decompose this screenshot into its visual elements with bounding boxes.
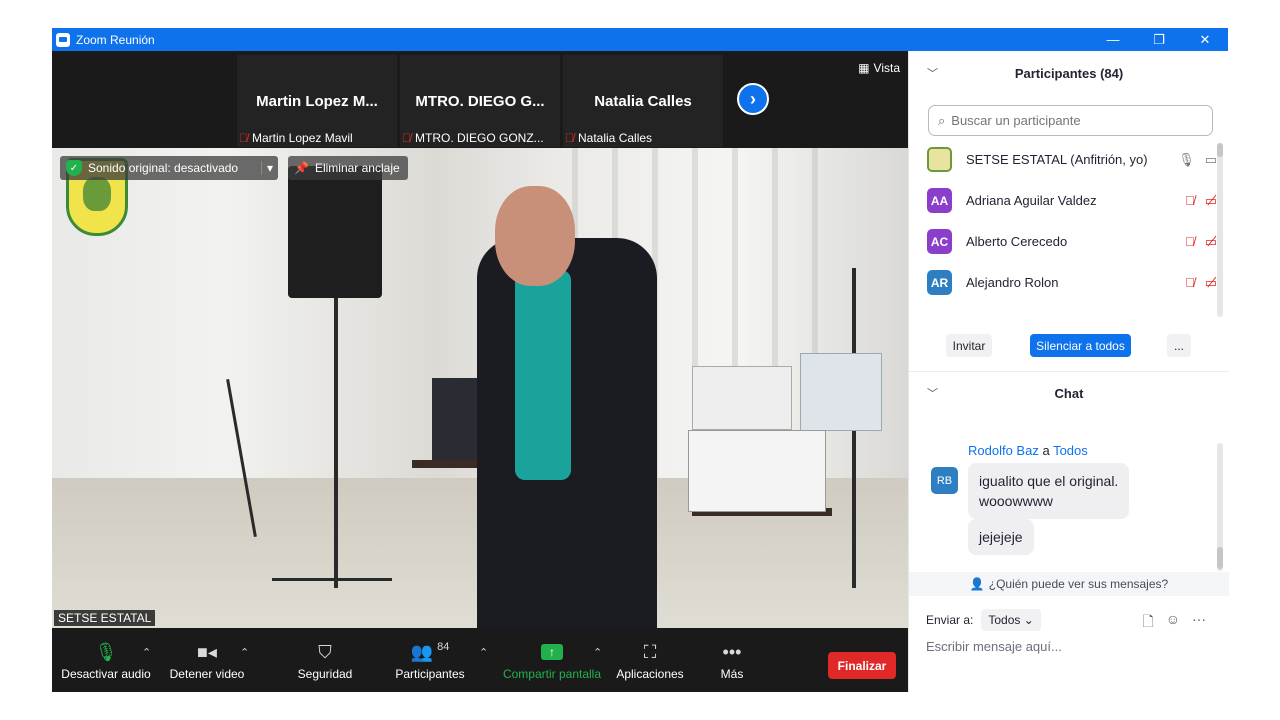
send-to-row: Enviar a: Todos ⌄ (926, 609, 1041, 631)
mic-muted-icon: 🎙̸ (565, 131, 574, 145)
participant-row[interactable]: SETSE ESTATAL (Anfitrión, yo) 🎙 ▭ (927, 141, 1217, 180)
more-dots-icon[interactable]: ··· (1192, 611, 1206, 635)
participants-scrollbar[interactable] (1217, 143, 1223, 317)
search-input[interactable] (951, 113, 1192, 128)
microphone-icon: 🎙 (94, 641, 118, 662)
apps-icon: ⛶ (643, 641, 657, 662)
participant-list: SETSE ESTATAL (Anfitrión, yo) 🎙 ▭ AA Adri… (909, 141, 1221, 317)
video-off-icon[interactable]: ▭̸ (1205, 275, 1217, 291)
tile-label: Natalia Calles (578, 131, 653, 145)
stop-video-button[interactable]: ■◂ Detener video (166, 628, 248, 692)
emoji-icon[interactable]: ☺ (1166, 611, 1180, 635)
more-button[interactable]: ••• Más (712, 628, 752, 692)
tile-name: Martin Lopez M... (256, 93, 378, 110)
chat-message-input[interactable]: Escribir mensaje aquí... (926, 639, 1062, 654)
share-arrow-icon: ↑ (541, 644, 563, 660)
recipient-select[interactable]: Todos ⌄ (981, 609, 1041, 631)
avatar: AA (927, 188, 952, 213)
chat-message: igualito que el original. wooowwww (968, 463, 1130, 519)
chevron-up-icon[interactable]: ⌃ (593, 646, 602, 659)
tile-name: MTRO. DIEGO G... (415, 93, 545, 110)
participants-count: 84 (437, 641, 450, 653)
people-icon: 👥 (410, 641, 434, 662)
avatar: AR (927, 270, 952, 295)
chevron-up-icon[interactable]: ⌃ (142, 646, 151, 659)
original-sound-toggle[interactable]: ✓ Sonido original: desactivado ▾ (60, 156, 278, 180)
mic-muted-icon[interactable]: 🎙̸ (1185, 193, 1195, 209)
video-camera-icon: ■◂ (197, 641, 217, 662)
who-can-see-link[interactable]: 👤 ¿Quién puede ver sus mensajes? (909, 572, 1229, 596)
loudspeaker-image (288, 166, 382, 298)
main-video: ✓ Sonido original: desactivado ▾ 📌 Elimi… (52, 148, 908, 628)
window-title: Zoom Reunión (76, 32, 155, 47)
unpin-button[interactable]: 📌 Eliminar anclaje (288, 156, 408, 180)
chevron-down-icon[interactable]: ﹀ (927, 65, 938, 81)
zoom-window: Zoom Reunión — ❐ ✕ Martin Lopez M... 🎙̸ M… (52, 28, 1229, 692)
speaker-name-label: SETSE ESTATAL (54, 610, 156, 626)
end-meeting-button[interactable]: Finalizar (828, 652, 896, 679)
video-tile[interactable]: Natalia Calles 🎙̸ Natalia Calles (563, 55, 723, 147)
chevron-up-icon[interactable]: ⌃ (479, 646, 488, 659)
chat-scrollbar[interactable] (1217, 443, 1223, 571)
file-icon[interactable]: 🗋 (1142, 611, 1153, 635)
security-button[interactable]: ⛉ Seguridad (290, 628, 360, 692)
mic-muted-icon[interactable]: 🎙̸ (1185, 275, 1195, 291)
tile-name: Natalia Calles (594, 93, 692, 110)
security-shield-icon: ✓ (66, 160, 82, 176)
mute-all-button[interactable]: Silenciar a todos (1030, 334, 1131, 357)
chevron-down-icon[interactable]: ▾ (260, 161, 278, 175)
video-strip: Martin Lopez M... 🎙̸ Martin Lopez Mavil M… (52, 51, 908, 148)
participants-button[interactable]: 👥 84 Participantes (392, 628, 468, 692)
participants-header: ﹀ Participantes (84) (927, 65, 1124, 81)
view-button[interactable]: ▦ Vista (858, 61, 900, 75)
participant-row[interactable]: AA Adriana Aguilar Valdez 🎙̸ ▭̸ (927, 180, 1217, 221)
pin-icon: 📌 (294, 161, 309, 175)
video-tile[interactable]: Martin Lopez M... 🎙̸ Martin Lopez Mavil (237, 55, 397, 147)
mic-muted-icon[interactable]: 🎙̸ (1185, 234, 1195, 250)
zoom-logo-icon (56, 32, 70, 47)
avatar: RB (931, 467, 958, 494)
invite-button[interactable]: Invitar (946, 334, 992, 357)
chevron-up-icon[interactable]: ⌃ (240, 646, 249, 659)
mute-button[interactable]: 🎙 Desactivar audio (60, 628, 152, 692)
meeting-toolbar: 🎙 Desactivar audio ⌃ ■◂ Detener video ⌃ … (52, 628, 908, 692)
tile-label: MTRO. DIEGO GONZ... (415, 131, 544, 145)
apps-button[interactable]: ⛶ Aplicaciones (614, 628, 686, 692)
chevron-down-icon[interactable]: ﹀ (927, 385, 938, 401)
minimize-button[interactable]: — (1090, 28, 1136, 51)
more-options-button[interactable]: ... (1167, 334, 1191, 357)
avatar: AC (927, 229, 952, 254)
microphone-icon[interactable]: 🎙 (1178, 152, 1195, 168)
video-area: Martin Lopez M... 🎙̸ Martin Lopez Mavil M… (52, 51, 908, 628)
chevron-down-icon: ⌄ (1023, 613, 1034, 627)
participant-search[interactable]: ⌕ (928, 105, 1213, 136)
person-lock-icon: 👤 (969, 577, 985, 591)
video-camera-icon[interactable]: ▭ (1205, 152, 1217, 168)
search-icon: ⌕ (938, 112, 946, 128)
title-bar: Zoom Reunión — ❐ ✕ (52, 28, 1228, 51)
avatar (927, 147, 952, 172)
grid-icon: ▦ (858, 61, 870, 75)
video-off-icon[interactable]: ▭̸ (1205, 193, 1217, 209)
mic-muted-icon: 🎙̸ (239, 131, 248, 145)
mic-muted-icon: 🎙̸ (402, 131, 411, 145)
tile-label: Martin Lopez Mavil (252, 131, 353, 145)
restore-button[interactable]: ❐ (1136, 28, 1182, 51)
more-dots-icon: ••• (722, 641, 742, 662)
shield-icon: ⛉ (318, 641, 332, 662)
side-panel: ﹀ Participantes (84) ⌕ SETSE ESTATAL (An… (908, 51, 1229, 692)
close-button[interactable]: ✕ (1182, 28, 1228, 51)
video-tile[interactable]: MTRO. DIEGO G... 🎙̸ MTRO. DIEGO GONZ... (400, 55, 560, 147)
video-off-icon[interactable]: ▭̸ (1205, 234, 1217, 250)
chat-message: jejejeje (968, 519, 1034, 555)
participant-row[interactable]: AC Alberto Cerecedo 🎙̸ ▭̸ (927, 221, 1217, 262)
next-page-button[interactable]: › (737, 83, 769, 115)
participant-row[interactable]: AR Alejandro Rolon 🎙̸ ▭̸ (927, 262, 1217, 303)
chat-header: ﹀ Chat (927, 385, 1084, 401)
share-screen-button[interactable]: ↑ Compartir pantalla (500, 628, 604, 692)
chat-sender: Rodolfo Baz a Todos (968, 443, 1088, 458)
